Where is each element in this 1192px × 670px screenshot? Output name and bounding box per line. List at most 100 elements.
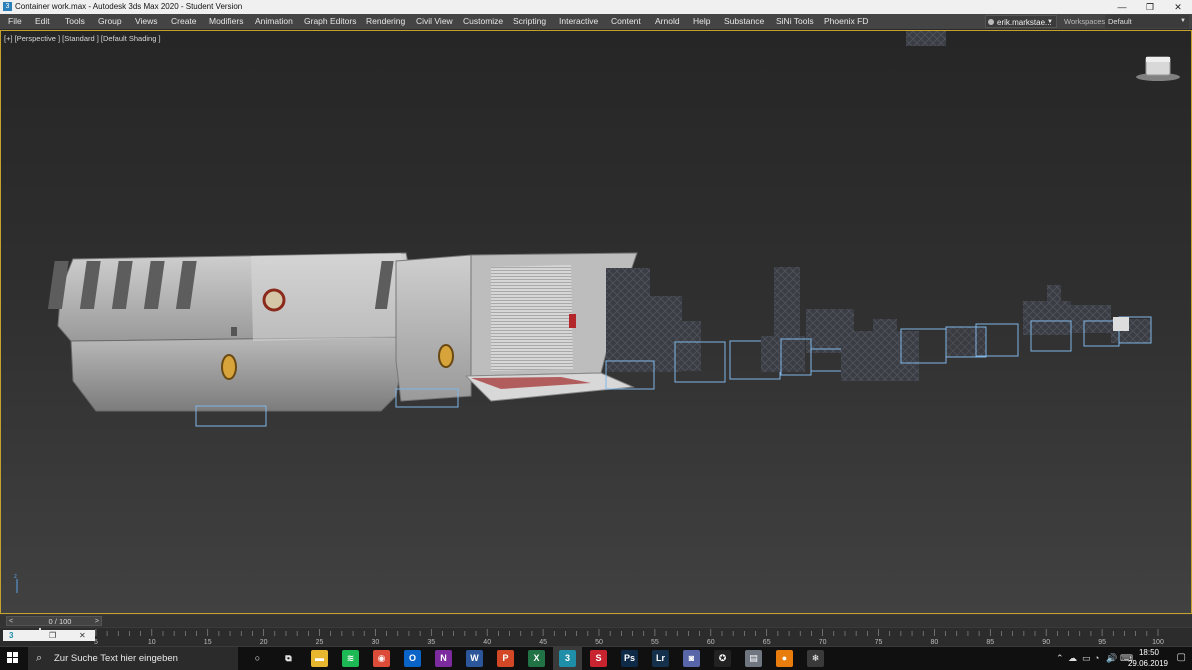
trackbar[interactable]: 5 10 15 20 25 30 35 40 45 50 55 60 65 70 75 80 85 90 95 100 — [0, 628, 1192, 646]
trackbar-tick-label: 25 — [316, 639, 324, 646]
snowflake-app-icon[interactable]: ❄ — [807, 650, 824, 667]
trackbar-tick-label: 50 — [595, 639, 603, 646]
task-view-icon[interactable]: ⧉ — [280, 650, 297, 667]
chevron-down-icon: ▼ — [1180, 18, 1186, 24]
trackbar-tick-label: 80 — [931, 639, 939, 646]
notifications-icon[interactable]: ▢ — [1177, 652, 1186, 663]
menu-bar: File Edit Tools Group Views Create Modif… — [0, 14, 1192, 30]
search-icon: ⌕ — [36, 652, 43, 664]
menu-scripting[interactable]: Scripting — [513, 16, 546, 26]
spotify-icon[interactable]: ≋ — [342, 650, 359, 667]
window-title: Container work.max - Autodesk 3ds Max 20… — [15, 2, 243, 11]
menu-tools[interactable]: Tools — [65, 16, 85, 26]
outlook-icon[interactable]: O — [404, 650, 421, 667]
prev-frame-arrow[interactable]: < — [9, 617, 13, 627]
chrome-icon[interactable]: ◉ — [373, 650, 390, 667]
minimize-button[interactable]: — — [1108, 0, 1136, 14]
menu-rendering[interactable]: Rendering — [366, 16, 405, 26]
show-hidden-icons-icon[interactable]: ⌃ — [1056, 653, 1064, 664]
window-controls: — ❐ ✕ — [1108, 0, 1192, 14]
menu-edit[interactable]: Edit — [35, 16, 50, 26]
time-slider-bar: < 0 / 100 > — [0, 615, 1192, 627]
close-button[interactable]: ✕ — [1164, 0, 1192, 14]
user-account-dropdown[interactable]: erik.markstae... ▼ — [985, 15, 1057, 28]
excel-icon[interactable]: X — [528, 650, 545, 667]
crate[interactable] — [946, 327, 986, 357]
menu-group[interactable]: Group — [98, 16, 122, 26]
taskbar-search-box[interactable]: ⌕ Zur Suche Text hier eingeben — [28, 647, 238, 670]
onenote-icon[interactable]: N — [435, 650, 452, 667]
trackbar-tick-label: 15 — [204, 639, 212, 646]
trackbar-tick-label: 70 — [819, 639, 827, 646]
time-slider[interactable]: < 0 / 100 > — [6, 616, 102, 626]
onedrive-icon[interactable]: ☁ — [1068, 653, 1077, 664]
workspaces-label: Workspaces: — [1064, 17, 1108, 26]
clock-time[interactable]: 18:50 — [1139, 648, 1159, 657]
container-module-1[interactable] — [47, 252, 420, 412]
container-module-2[interactable] — [374, 252, 638, 402]
cortana-icon[interactable]: ○ — [249, 650, 266, 667]
menu-help[interactable]: Help — [693, 16, 710, 26]
menu-file[interactable]: File — [8, 16, 22, 26]
windows-taskbar: ⌕ Zur Suche Text hier eingeben ○ ⧉ ▬ ≋ ◉ O N W P… — [0, 647, 1192, 670]
lightroom-icon[interactable]: Lr — [652, 650, 669, 667]
menu-modifiers[interactable]: Modifiers — [209, 16, 243, 26]
workspace-value: Default — [1108, 17, 1132, 26]
axis-gizmo-icon: z — [14, 574, 18, 593]
viewport-label[interactable]: [+] [Perspective ] [Standard ] [Default … — [4, 34, 161, 43]
3ds-max-icon[interactable]: 3 — [559, 650, 576, 667]
restore-icon[interactable]: ❐ — [49, 630, 56, 641]
file-explorer-icon[interactable]: ▬ — [311, 650, 328, 667]
menu-interactive[interactable]: Interactive — [559, 16, 598, 26]
photoshop-icon[interactable]: Ps — [621, 650, 638, 667]
trackbar-tick-label: 10 — [148, 639, 156, 646]
menu-views[interactable]: Views — [135, 16, 158, 26]
crate-stack-2[interactable] — [761, 267, 854, 372]
blender-icon[interactable]: ● — [776, 650, 793, 667]
menu-create[interactable]: Create — [171, 16, 197, 26]
menu-sini-tools[interactable]: SiNi Tools — [776, 16, 814, 26]
trackbar-tick-label: 85 — [986, 639, 994, 646]
discord-icon[interactable]: ◙ — [683, 650, 700, 667]
menu-substance[interactable]: Substance — [724, 16, 764, 26]
viewport-scene[interactable]: z — [1, 31, 1192, 614]
workspace-select[interactable]: Default ▼ — [1105, 15, 1189, 28]
windows-start-button[interactable] — [7, 652, 19, 664]
viewcube-icon[interactable] — [1136, 56, 1180, 81]
trackbar-tick-label: 20 — [260, 639, 268, 646]
network-icon[interactable]: ◔ — [1094, 653, 1099, 663]
svg-text:z: z — [14, 574, 17, 580]
crate-stack-4[interactable] — [1023, 285, 1151, 343]
perspective-viewport[interactable]: z [+] [Perspective ] [Standard ] [Defaul… — [0, 30, 1192, 614]
volume-icon[interactable]: 🔊 — [1106, 653, 1117, 664]
chevron-down-icon: ▼ — [1047, 19, 1053, 25]
app-grey-icon[interactable]: ▤ — [745, 650, 762, 667]
restore-button[interactable]: ❐ — [1136, 0, 1164, 14]
menu-civil-view[interactable]: Civil View — [416, 16, 453, 26]
substance-icon[interactable]: S — [590, 650, 607, 667]
menu-arnold[interactable]: Arnold — [655, 16, 680, 26]
maxscript-mini-listener[interactable]: 3 ❐ ✕ — [3, 630, 95, 641]
menu-customize[interactable]: Customize — [463, 16, 503, 26]
crate-stack-1[interactable] — [606, 268, 701, 372]
small-white-object[interactable] — [1113, 317, 1129, 331]
clock-date[interactable]: 29.06.2019 — [1128, 659, 1168, 668]
title-bar: 3 Container work.max - Autodesk 3ds Max … — [0, 0, 1192, 14]
next-frame-arrow[interactable]: > — [95, 617, 99, 627]
menu-content[interactable]: Content — [611, 16, 641, 26]
word-icon[interactable]: W — [466, 650, 483, 667]
menu-graph-editors[interactable]: Graph Editors — [304, 16, 356, 26]
user-icon — [988, 19, 994, 25]
trackbar-tick-label: 35 — [427, 639, 435, 646]
trackbar-tick-label: 45 — [539, 639, 547, 646]
powerpoint-icon[interactable]: P — [497, 650, 514, 667]
menu-phoenix-fd[interactable]: Phoenix FD — [824, 16, 868, 26]
trackbar-tick-label: 30 — [372, 639, 380, 646]
trackbar-tick-label: 60 — [707, 639, 715, 646]
time-slider-label[interactable]: 0 / 100 — [23, 617, 97, 627]
steam-like-icon[interactable]: ✪ — [714, 650, 731, 667]
close-icon[interactable]: ✕ — [79, 630, 86, 641]
distant-crate[interactable] — [906, 31, 946, 46]
battery-icon[interactable]: ▭ — [1082, 653, 1091, 664]
menu-animation[interactable]: Animation — [255, 16, 293, 26]
